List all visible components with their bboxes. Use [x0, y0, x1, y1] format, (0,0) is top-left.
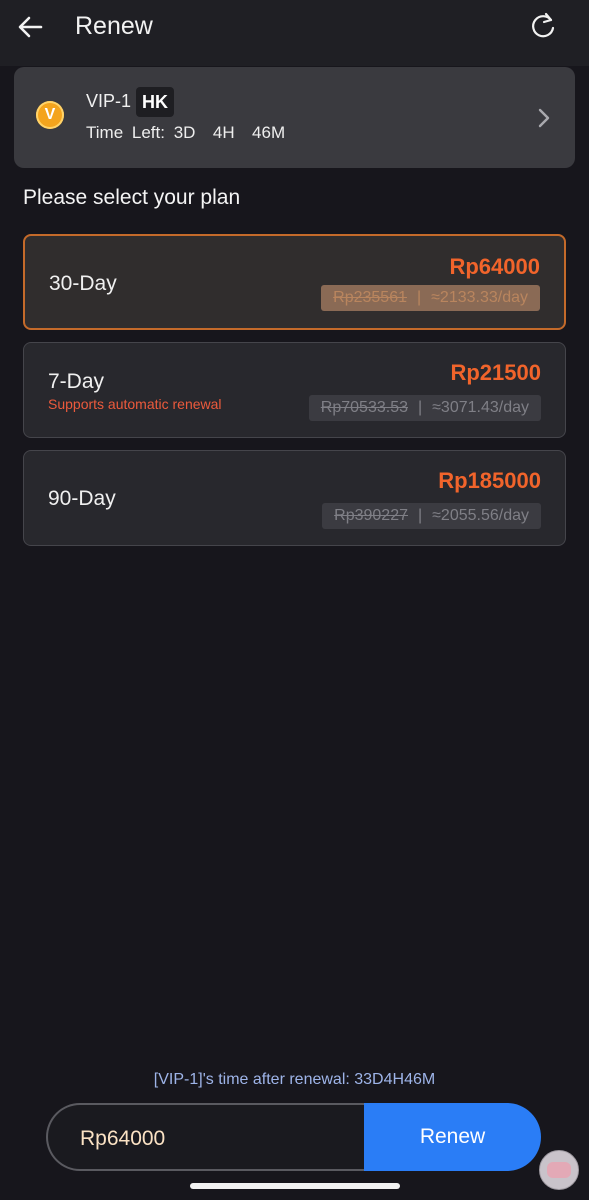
original-price: Rp235561: [333, 289, 407, 306]
section-title: Please select your plan: [23, 186, 241, 209]
plan-card-7-day[interactable]: 7-Day Supports automatic renewal Rp21500…: [23, 342, 566, 438]
plan-name: 7-Day: [48, 370, 105, 393]
original-price: Rp390227: [334, 507, 408, 524]
checkout-bar: Rp64000 Renew: [46, 1103, 541, 1171]
time-left-value: 3D 4H 46M: [173, 123, 286, 142]
floating-assistant-icon[interactable]: [539, 1150, 579, 1190]
plan-name: 90-Day: [48, 487, 116, 510]
refresh-icon[interactable]: [529, 11, 557, 41]
vip-level: VIP-1: [86, 91, 132, 111]
price-per-day: ≈2055.56/day: [432, 507, 529, 524]
plan-price: Rp185000: [438, 468, 541, 493]
renew-button[interactable]: Renew: [364, 1103, 541, 1171]
renewal-time-note: [VIP-1]'s time after renewal: 33D4H46M: [153, 1071, 436, 1088]
avatar-graphic: [547, 1162, 571, 1178]
price-separator: |: [416, 289, 422, 306]
auto-renewal-note: Supports automatic renewal: [48, 396, 222, 412]
plan-price-details: Rp235561 | ≈2133.33/day: [321, 285, 540, 311]
price-per-day: ≈2133.33/day: [431, 289, 528, 306]
plan-price: Rp64000: [449, 254, 540, 279]
total-price: Rp64000: [80, 1127, 166, 1150]
vip-badge-icon: V: [36, 101, 64, 129]
plan-card-30-day[interactable]: 30-Day Rp64000 Rp235561 | ≈2133.33/day: [23, 234, 566, 330]
page-title: Renew: [75, 12, 153, 40]
original-price: Rp70533.53: [320, 399, 408, 416]
home-indicator: [190, 1183, 400, 1189]
time-left-label: Time Left:: [86, 123, 165, 142]
region-tag: HK: [136, 87, 174, 117]
vip-status-card[interactable]: V VIP-1 HK Time Left: 3D 4H 46M: [14, 67, 575, 168]
plan-name: 30-Day: [49, 272, 117, 295]
chevron-right-icon: [538, 108, 550, 128]
plan-price-details: Rp390227 | ≈2055.56/day: [322, 503, 541, 529]
arrow-left-icon[interactable]: [16, 13, 44, 41]
plan-price-details: Rp70533.53 | ≈3071.43/day: [308, 395, 541, 421]
plan-card-90-day[interactable]: 90-Day Rp185000 Rp390227 | ≈2055.56/day: [23, 450, 566, 546]
plan-price: Rp21500: [450, 360, 541, 385]
price-separator: |: [417, 507, 423, 524]
top-bar: Renew: [0, 0, 589, 66]
total-price-field: Rp64000: [46, 1103, 364, 1171]
price-separator: |: [417, 399, 423, 416]
time-left: Time Left: 3D 4H 46M: [86, 123, 285, 143]
price-per-day: ≈3071.43/day: [432, 399, 529, 416]
